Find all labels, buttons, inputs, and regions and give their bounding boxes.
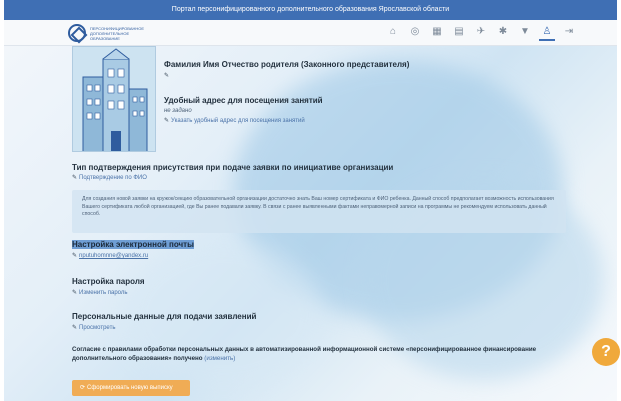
- portal-title-bar: Портал персонифицированного дополнительн…: [4, 0, 617, 20]
- generate-statement-button[interactable]: ⟳ Сформировать новую выписку: [72, 380, 190, 396]
- edit-parent-name-link[interactable]: ✎: [164, 72, 171, 79]
- consent-change-link[interactable]: (изменить): [204, 355, 235, 362]
- pencil-icon: ✎: [72, 253, 78, 259]
- pencil-icon: ✎: [72, 175, 78, 181]
- email-value: nputuhomnne@yandex.ru: [79, 253, 149, 259]
- confirmation-link-label: Подтверждение по ФИО: [79, 175, 147, 181]
- button-label: Сформировать новую выписку: [87, 385, 173, 391]
- portal-logo[interactable]: ПЕРСОНИФИЦИРОВАННОЕ ДОПОЛНИТЕЛЬНОЕ ОБРАЗ…: [68, 24, 145, 42]
- refresh-icon: ⟳: [80, 385, 86, 391]
- home-icon[interactable]: ⌂: [385, 23, 401, 41]
- main-navbar: ПЕРСОНИФИЦИРОВАННОЕ ДОПОЛНИТЕЛЬНОЕ ОБРАЗ…: [4, 20, 617, 46]
- logout-icon[interactable]: ⇥: [561, 23, 577, 41]
- catalog-icon[interactable]: ▦: [429, 23, 445, 41]
- personal-data-link-label: Просмотреть: [79, 325, 116, 331]
- parent-name: Фамилия Имя Отчество родителя (Законного…: [164, 60, 410, 69]
- document-icon[interactable]: ▤: [451, 23, 467, 41]
- pencil-icon: ✎: [164, 73, 170, 79]
- password-link-label: Изменить пароль: [79, 290, 128, 296]
- personal-data-link[interactable]: ✎ Просмотреть: [72, 324, 115, 331]
- pencil-icon: ✎: [72, 325, 78, 331]
- email-link[interactable]: ✎ nputuhomnne@yandex.ru: [72, 252, 148, 259]
- consent-text: Согласие с правилами обработки персональ…: [72, 345, 552, 363]
- filter-icon[interactable]: ▼: [517, 23, 533, 41]
- consent-status: получено: [173, 355, 203, 362]
- building-illustration: [72, 46, 156, 152]
- password-link[interactable]: ✎ Изменить пароль: [72, 289, 128, 296]
- logo-icon: [68, 24, 86, 42]
- search-icon[interactable]: ◎: [407, 23, 423, 41]
- megaphone-icon[interactable]: ✈: [473, 23, 489, 41]
- logo-text: ПЕРСОНИФИЦИРОВАННОЕ ДОПОЛНИТЕЛЬНОЕ ОБРАЗ…: [90, 25, 145, 41]
- personal-data-title: Персональные данные для подачи заявлений: [72, 312, 257, 321]
- info-box: Для создания новой заявки на кружок/секц…: [72, 190, 566, 233]
- address-link-label: Указать удобный адрес для посещения заня…: [171, 118, 305, 124]
- email-settings-title: Настройка электронной почты: [72, 240, 194, 249]
- address-edit-link[interactable]: ✎ Указать удобный адрес для посещения зан…: [164, 117, 305, 124]
- confirmation-link[interactable]: ✎ Подтверждение по ФИО: [72, 174, 147, 181]
- email-settings-label: Настройка электронной почты: [72, 240, 194, 249]
- password-title: Настройка пароля: [72, 277, 145, 286]
- pencil-icon: ✎: [72, 290, 78, 296]
- address-value: не задано: [164, 108, 192, 114]
- help-button[interactable]: ?: [592, 338, 620, 366]
- consent-label: Согласие с правилами обработки персональ…: [72, 346, 537, 362]
- address-title: Удобный адрес для посещения занятий: [164, 96, 323, 105]
- page: Портал персонифицированного дополнительн…: [4, 0, 617, 401]
- user-icon[interactable]: ♙: [539, 23, 555, 41]
- info-text: Для создания новой заявки на кружок/секц…: [82, 196, 554, 217]
- settings-icon[interactable]: ✱: [495, 23, 511, 41]
- nav-icon-group: ⌂ ◎ ▦ ▤ ✈ ✱ ▼ ♙ ⇥: [385, 23, 577, 41]
- confirmation-title: Тип подтверждения присутствия при подаче…: [72, 163, 394, 172]
- pencil-icon: ✎: [164, 118, 170, 124]
